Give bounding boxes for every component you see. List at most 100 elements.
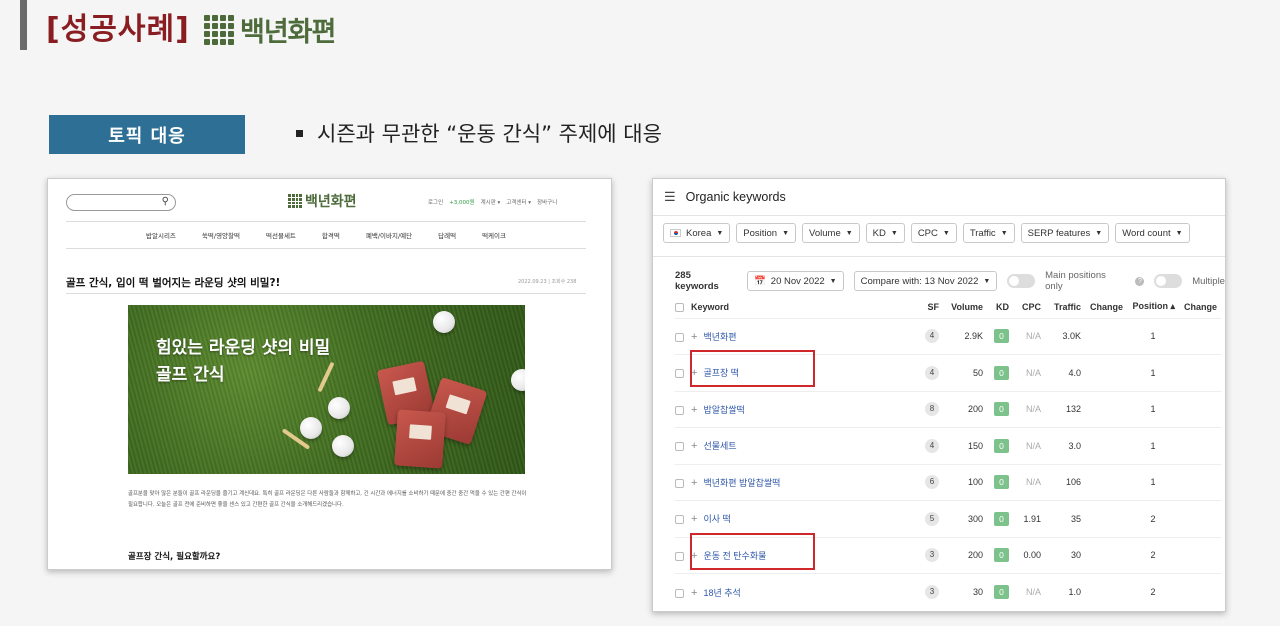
change-cell [1085, 500, 1127, 537]
position-change-cell [1179, 536, 1221, 574]
cpc-cell: N/A [1013, 317, 1045, 355]
plus-icon[interactable]: + [691, 404, 697, 416]
golf-ball-icon [328, 397, 350, 419]
util-cart-link[interactable]: 장바구니 [537, 198, 557, 206]
filter-kd[interactable]: KD ▼ [865, 223, 905, 243]
column-header-keyword[interactable]: Keyword [675, 296, 915, 318]
row-checkbox[interactable] [675, 442, 684, 452]
plus-icon[interactable]: + [691, 331, 697, 343]
position-change-cell [1179, 463, 1221, 501]
keyword-link[interactable]: 이사 떡 [703, 514, 730, 524]
kd-badge: 0 [994, 365, 1009, 380]
filter-traffic[interactable]: Traffic ▼ [962, 223, 1015, 243]
nav-item[interactable]: 떡케이크 [482, 230, 506, 240]
filter-cpc[interactable]: CPC ▼ [910, 223, 957, 243]
table-row[interactable]: + 밥알찹쌀떡 8 200 0 N/A 132 1 [675, 390, 1221, 428]
column-header-position-change[interactable]: Change [1179, 296, 1221, 318]
site-search-input[interactable]: ⚲ [66, 194, 176, 211]
hamburger-menu-icon[interactable]: ☰ [664, 189, 676, 205]
keyword-link[interactable]: 18년 추석 [703, 588, 740, 598]
util-login-link[interactable]: 로그인 [428, 198, 443, 206]
sf-badge[interactable]: 4 [925, 329, 939, 344]
keyword-link[interactable]: 밥알찹쌀떡 [703, 405, 744, 415]
nav-item[interactable]: 합격떡 [322, 230, 340, 240]
organic-keywords-panel: ☰ Organic keywords Korea ▼ Position ▼ Volu… [652, 178, 1226, 612]
help-icon[interactable]: ? [1135, 276, 1145, 286]
keyword-link[interactable]: 선물세트 [703, 441, 736, 451]
column-header-volume[interactable]: Volume [943, 296, 987, 318]
change-cell [1085, 536, 1127, 574]
kd-badge: 0 [994, 329, 1009, 344]
nav-item[interactable]: 답례떡 [438, 230, 456, 240]
nav-item[interactable]: 떡선물세트 [266, 230, 296, 240]
highlight-box [690, 533, 815, 570]
row-checkbox[interactable] [675, 478, 684, 488]
keyword-link[interactable]: 백년화편 밥알찹쌀떡 [703, 478, 780, 488]
position-change-cell [1179, 390, 1221, 428]
plus-icon[interactable]: + [691, 513, 697, 525]
table-row[interactable]: + 선물세트 4 150 0 N/A 3.0 1 [675, 427, 1221, 464]
column-header-traffic[interactable]: Traffic [1045, 296, 1085, 318]
column-header-sf[interactable]: SF [915, 296, 943, 318]
main-positions-toggle[interactable] [1007, 274, 1036, 288]
sf-badge[interactable]: 4 [925, 365, 939, 380]
row-checkbox[interactable] [675, 369, 684, 379]
row-checkbox[interactable] [675, 515, 684, 525]
sf-badge[interactable]: 6 [925, 475, 939, 490]
column-header-kd[interactable]: KD [987, 296, 1013, 318]
cpc-cell: N/A [1013, 390, 1045, 428]
bullet-square-icon [296, 129, 303, 137]
keyword-count: 285 keywords [675, 270, 719, 292]
multiple-toggle[interactable] [1154, 274, 1183, 288]
column-header-cpc[interactable]: CPC [1013, 296, 1045, 318]
column-header-change[interactable]: Change [1085, 296, 1127, 318]
cpc-cell: N/A [1013, 573, 1045, 610]
plus-icon[interactable]: + [691, 440, 697, 452]
panel-title: Organic keywords [685, 190, 786, 204]
row-checkbox[interactable] [675, 405, 684, 415]
table-row[interactable]: + 백년화편 밥알찹쌀떡 6 100 0 N/A 106 1 [675, 463, 1221, 501]
row-checkbox[interactable] [675, 551, 684, 561]
sf-badge[interactable]: 3 [925, 585, 939, 599]
nav-item[interactable]: 쑥떡/영양찰떡 [202, 230, 240, 240]
multiple-label: Multiple [1192, 275, 1225, 287]
traffic-cell: 4.0 [1045, 354, 1085, 391]
plus-icon[interactable]: + [691, 477, 697, 489]
slide-title: [성공사례] [46, 12, 190, 47]
divider [66, 293, 586, 294]
divider [653, 256, 1225, 257]
filter-country[interactable]: Korea ▼ [663, 223, 731, 243]
filter-serp-features[interactable]: SERP features ▼ [1020, 223, 1110, 243]
position-cell: 2 [1127, 536, 1179, 574]
chevron-down-icon: ▼ [782, 229, 790, 237]
sf-badge[interactable]: 3 [925, 548, 939, 563]
util-support-link[interactable]: 고객센터 ▾ [506, 198, 531, 206]
nav-item[interactable]: 폐백/이바지/예단 [366, 230, 412, 240]
filter-volume[interactable]: Volume ▼ [802, 223, 860, 243]
stats-bar: 285 keywords 📅 20 Nov 2022 ▼ Compare with:… [675, 270, 1225, 292]
select-all-checkbox[interactable] [675, 302, 684, 312]
compare-date-picker[interactable]: Compare with: 13 Nov 2022 ▼ [853, 271, 998, 291]
date-picker[interactable]: 📅 20 Nov 2022 ▼ [746, 271, 844, 291]
sf-badge[interactable]: 4 [925, 438, 939, 453]
nav-item[interactable]: 밥알시리즈 [146, 230, 176, 240]
util-points-link[interactable]: +3,000원 [449, 198, 474, 206]
cpc-cell: 1.91 [1013, 500, 1045, 537]
search-icon[interactable]: ⚲ [162, 196, 169, 207]
sf-badge[interactable]: 5 [925, 511, 939, 526]
filter-position[interactable]: Position ▼ [736, 223, 797, 243]
column-header-position[interactable]: Position ▴ [1127, 296, 1179, 318]
plus-icon[interactable]: + [691, 587, 697, 599]
slide: [성공사례] 백년화편 토픽 대응 시즌과 무관한 “운동 간식” 주제에 대응… [0, 0, 1280, 626]
site-logo[interactable]: 백년화편 [288, 191, 357, 211]
row-checkbox[interactable] [675, 588, 684, 598]
table-row[interactable]: +18년 추석 3 30 0 N/A 1.0 2 [675, 573, 1221, 610]
table-row[interactable]: + 이사 떡 5 300 0 1.91 35 2 [675, 500, 1221, 537]
keyword-link[interactable]: 백년화편 [703, 332, 736, 342]
highlight-box [690, 350, 815, 387]
sf-badge[interactable]: 8 [925, 402, 939, 417]
row-checkbox[interactable] [675, 332, 684, 342]
util-board-link[interactable]: 계시판 ▾ [481, 198, 501, 206]
site-utility-links: 로그인 +3,000원 계시판 ▾ 고객센터 ▾ 장바구니 [428, 198, 557, 206]
filter-word-count[interactable]: Word count ▼ [1115, 223, 1190, 243]
